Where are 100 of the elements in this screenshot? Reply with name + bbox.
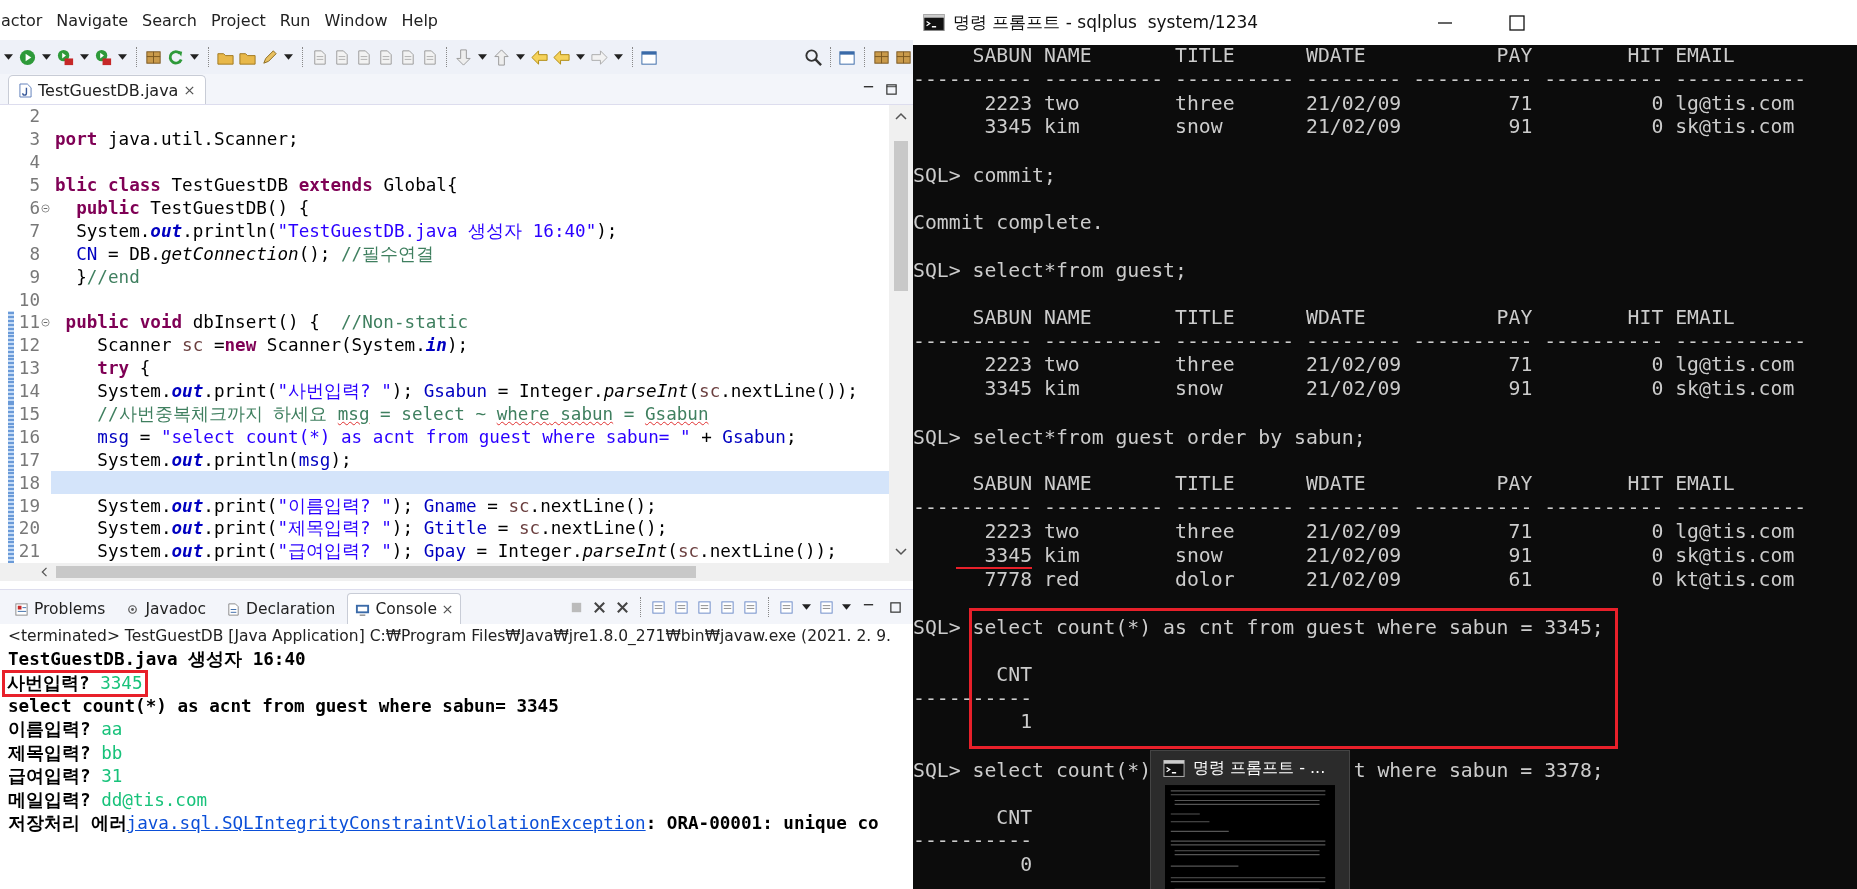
output-line: 2223 two three 21/02/09 71 0 lg@tis.com <box>983 521 1795 542</box>
dropdown-caret-icon[interactable] <box>190 54 199 60</box>
dropdown-caret-icon[interactable] <box>614 54 623 60</box>
output-line: 1 <box>1019 712 1033 733</box>
output-line: 3345 kim snow 21/02/09 91 0 sk@tis.com <box>983 545 1795 566</box>
line-number: 19 <box>17 495 40 516</box>
console-line: TestGuestDB.java 생성자 16:40 <box>8 649 306 671</box>
command-text: t where sabun = 3378; <box>1353 758 1604 782</box>
console-line: 저장처리 에러java.sql.SQLIntegrityConstraintViolationException: ORA-00001: unique co <box>8 812 879 834</box>
dropdown-caret-icon[interactable] <box>802 604 811 610</box>
dropdown-caret-icon[interactable] <box>4 54 13 60</box>
dropdown-caret-icon[interactable] <box>516 54 525 60</box>
taskbar-preview[interactable]: 명령 프롬프트 - ... <box>1150 750 1350 889</box>
declaration-icon <box>226 601 242 617</box>
terminal-icon <box>923 14 945 31</box>
view-tab[interactable]: Declaration <box>218 593 344 624</box>
vertical-scrollbar[interactable] <box>889 105 913 563</box>
dropdown-caret-icon[interactable] <box>576 54 585 60</box>
exception-link[interactable]: java.sql.SQLIntegrityConstraintViolationException <box>126 812 646 833</box>
dropdown-caret-icon[interactable] <box>118 54 127 60</box>
collapse-icon[interactable] <box>41 203 50 213</box>
maximize-icon[interactable] <box>889 600 902 614</box>
preview-title: 명령 프롬프트 - ... <box>1193 757 1326 779</box>
line-number: 13 <box>17 358 40 379</box>
menu-item[interactable]: Window <box>324 10 388 30</box>
code-line: System.out.println("TestGuestDB.java 생성자 16:40"); <box>75 219 619 243</box>
maximize-icon[interactable] <box>885 82 898 96</box>
scroll-down-icon[interactable] <box>895 547 907 557</box>
dropdown-caret-icon[interactable] <box>842 604 851 610</box>
code-line: System.out.print("사번입력? "); Gsabun = Integer.parseInt(sc.nextLine()); <box>96 380 859 403</box>
line-number: 14 <box>17 381 40 402</box>
dropdown-caret-icon[interactable] <box>42 54 51 60</box>
java-file-icon <box>19 82 32 98</box>
output-line: CNT <box>995 807 1033 828</box>
line-number: 7 <box>28 220 40 241</box>
console-line: select count(*) as acnt from guest where sabun= 3345 <box>8 695 559 717</box>
output-line: Commit complete. <box>913 212 1104 233</box>
code-line: port java.util.Scanner; <box>54 128 300 151</box>
code-line: System.out.print("제목입력? "); Gtitle = sc.nextLine(); <box>96 517 669 540</box>
remove-icon[interactable] <box>592 599 607 615</box>
command-text: SQL> select count(*) <box>913 758 1152 782</box>
line-number: 21 <box>17 541 40 562</box>
command-text: SQL> commit; <box>913 164 1056 187</box>
line-number: 4 <box>28 152 40 173</box>
output-line: 0 <box>1019 855 1033 876</box>
command-text: SQL> select count(*) as cnt from guest where sabun = 3345; <box>913 616 1604 640</box>
code-line: System.out.print("이름입력? "); Gname = sc.nextLine(); <box>96 494 658 518</box>
dropdown-caret-icon[interactable] <box>80 54 89 60</box>
collapse-icon[interactable] <box>41 317 50 327</box>
menu-item[interactable]: Run <box>279 10 311 30</box>
code-line: }//end <box>75 265 141 289</box>
code-line: public TestGuestDB() { <box>75 197 311 220</box>
output-line: CNT <box>995 664 1033 685</box>
code-line: public void dbInsert() { //Non-static <box>64 311 470 334</box>
output-line: ---------- ---------- ---------- -------- ---------- ---------- ----------- <box>913 331 1807 352</box>
dropdown-caret-icon[interactable] <box>478 54 487 60</box>
menu-item[interactable]: actor <box>1 10 43 30</box>
scroll-up-icon[interactable] <box>895 111 907 121</box>
menu-item[interactable]: Help <box>401 10 438 30</box>
view-tab[interactable]: Javadoc <box>117 593 215 624</box>
window-title: 명령 프롬프트 - sqlplus system/1234 <box>953 11 1259 34</box>
line-number: 17 <box>17 449 40 470</box>
output-line: SABUN NAME TITLE WDATE PAY HIT EMAIL <box>971 307 1735 328</box>
maximize-icon[interactable] <box>1507 12 1527 33</box>
remove-all-icon[interactable] <box>615 599 630 615</box>
menu-item[interactable]: Search <box>142 10 197 30</box>
line-number: 10 <box>17 289 40 310</box>
console-header: <terminated> TestGuestDB [Java Application] C:₩Program Files₩Java₩jre1.8.0_271₩bin₩javaw.exe (2021. 2. 9. <box>7 626 892 647</box>
output-line: 2223 two three 21/02/09 71 0 lg@tis.com <box>983 93 1795 114</box>
output-line: ---------- <box>913 831 1033 852</box>
code-line: System.out.println(msg); <box>96 448 353 472</box>
line-number: 5 <box>28 175 40 196</box>
close-icon[interactable] <box>184 84 196 96</box>
output-line: 3345 kim snow 21/02/09 91 0 sk@tis.com <box>983 117 1795 138</box>
dropdown-caret-icon[interactable] <box>284 54 293 60</box>
console-line: 메일입력? dd@tis.com <box>8 789 208 811</box>
line-number: 2 <box>28 106 40 127</box>
output-line: ---------- ---------- ---------- -------- ---------- ---------- ----------- <box>913 498 1807 519</box>
line-number: 15 <box>17 404 40 424</box>
editor-tab[interactable]: TestGuestDB.java <box>8 75 207 104</box>
run-with-badge-icon[interactable] <box>94 47 113 67</box>
close-icon[interactable] <box>441 603 453 615</box>
line-number: 12 <box>17 335 40 356</box>
scroll-thumb[interactable] <box>894 141 908 291</box>
scroll-thumb[interactable] <box>56 566 696 578</box>
run-icon[interactable] <box>18 47 37 67</box>
problems-icon <box>14 601 29 617</box>
horizontal-scrollbar[interactable] <box>0 563 913 581</box>
view-tab[interactable]: Console <box>347 593 461 624</box>
refresh-icon[interactable] <box>166 47 185 67</box>
output-line: ---------- ---------- ---------- -------- ---------- ---------- ----------- <box>913 69 1807 90</box>
line-number: 16 <box>17 426 40 447</box>
menu-item[interactable]: Project <box>211 10 266 30</box>
pencil-icon[interactable] <box>260 47 279 67</box>
command-text: SQL> select*from guest; <box>913 259 1187 283</box>
output-line: ---------- <box>913 688 1033 709</box>
run-with-badge-icon[interactable] <box>56 47 75 67</box>
menu-item[interactable]: Navigate <box>56 10 128 30</box>
view-tab[interactable]: Problems <box>6 593 114 624</box>
search-icon[interactable] <box>804 47 823 67</box>
